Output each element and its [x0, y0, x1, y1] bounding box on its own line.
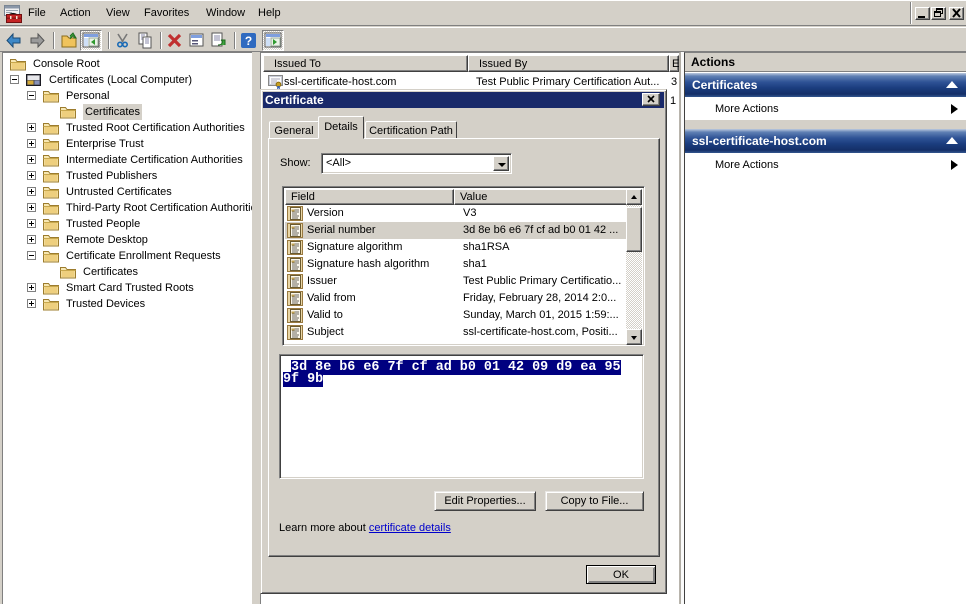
svg-text:?: ?: [245, 34, 252, 48]
